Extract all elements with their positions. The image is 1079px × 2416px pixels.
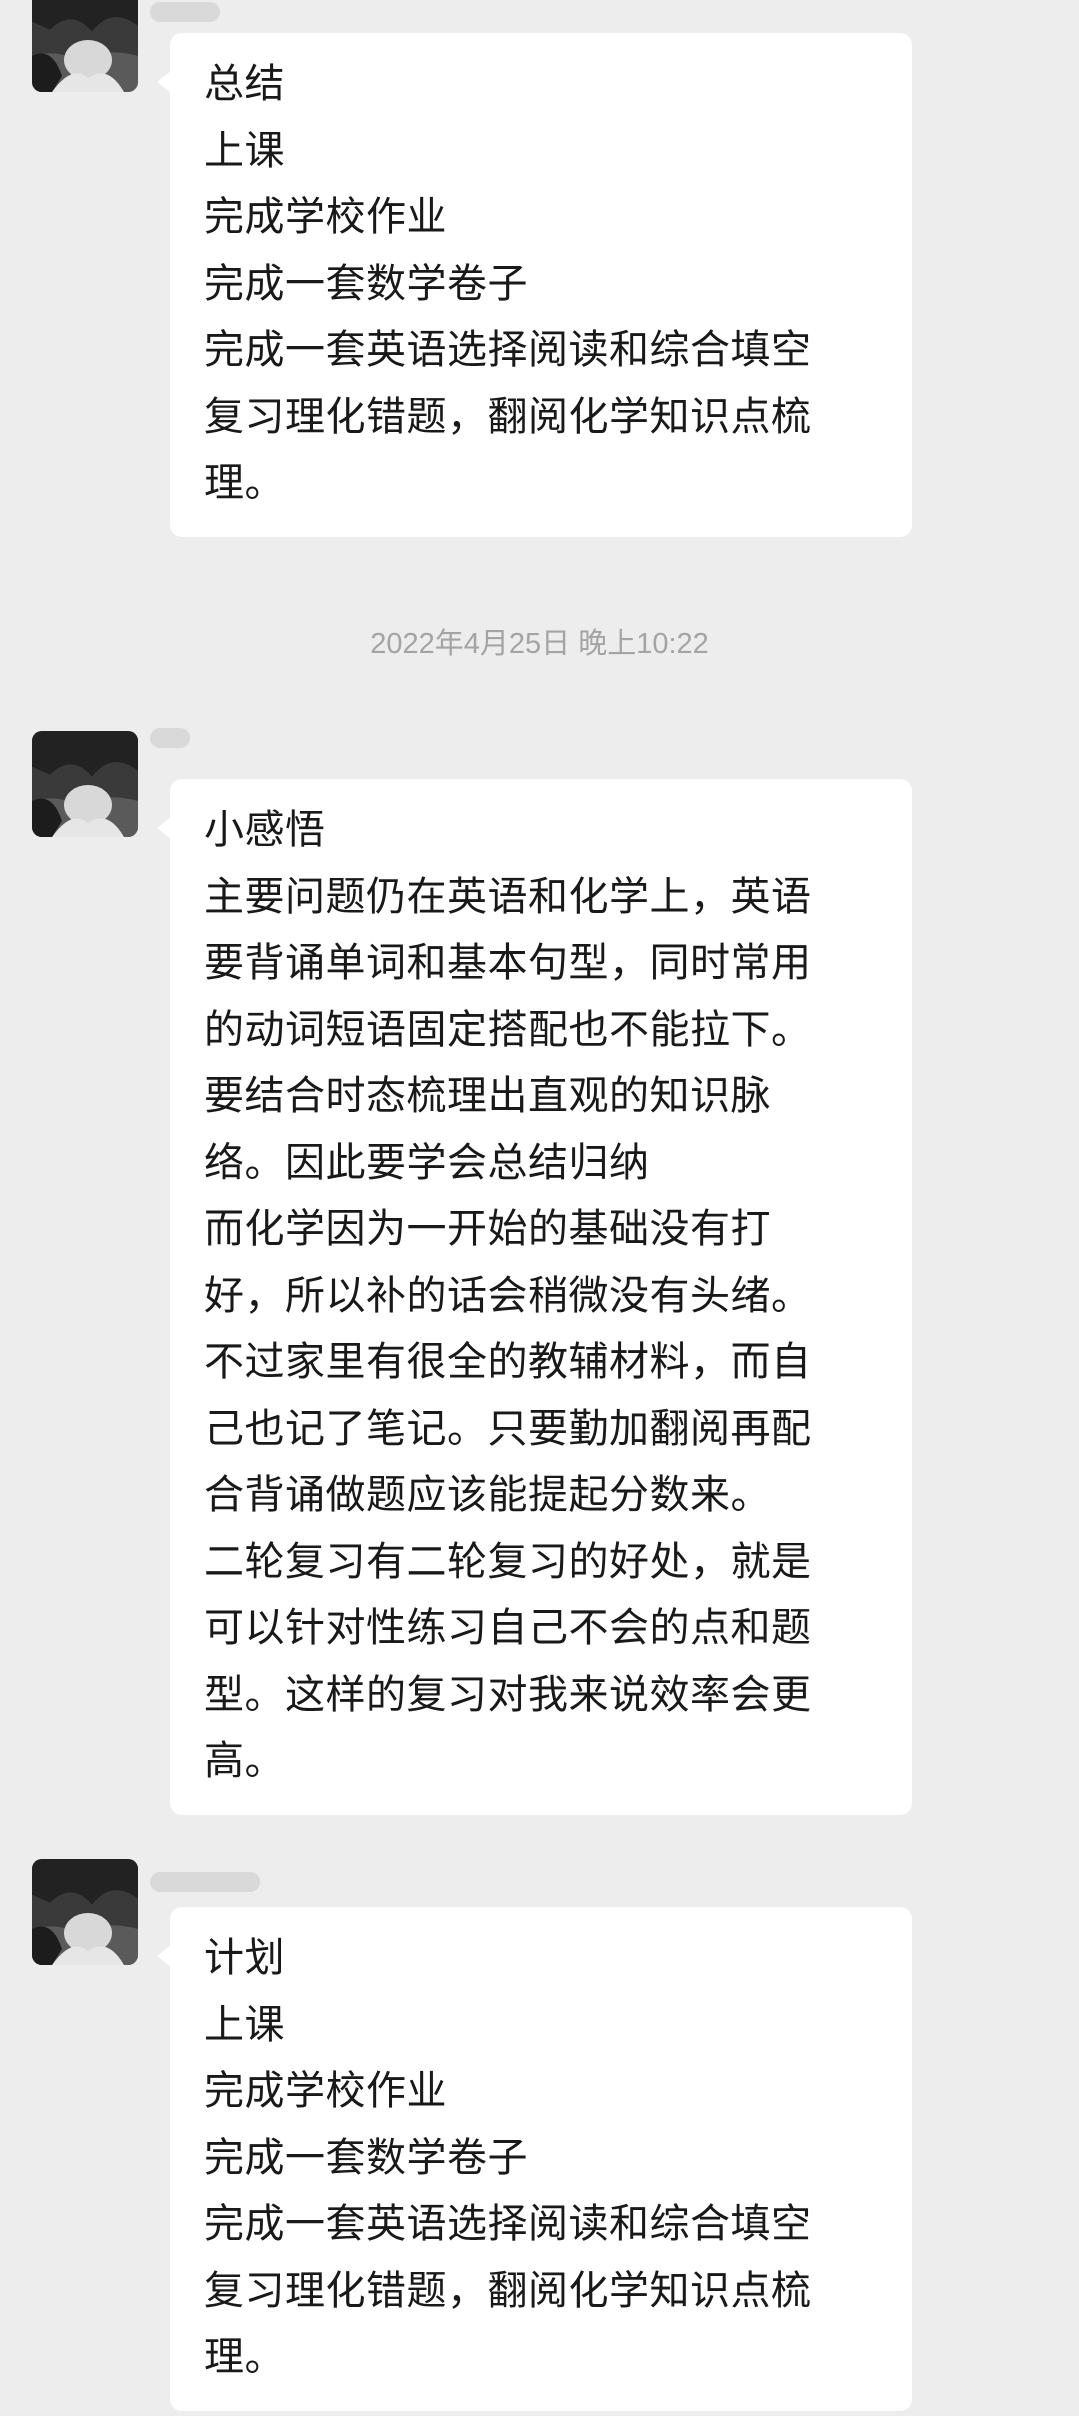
message-text-line: 不过家里有很全的教辅材料，而自 [204,1339,812,1385]
message-text-line: 完成学校作业 [204,194,447,240]
sender-name-obscured [150,1872,260,1892]
message-text-line: 络。因此要学会总结归纳 [204,1139,650,1186]
message-text-line: 完成一套数学卷子 [204,2134,528,2181]
message-text-line: 型。这样的复习对我来说效率会更 [204,1671,812,1718]
message-text-line: 完成学校作业 [204,2068,447,2114]
message-text-line: 二轮复习有二轮复习的好处，就是 [204,1538,812,1585]
message-text-line: 可以针对性练习自己不会的点和题 [204,1605,812,1651]
sender-avatar[interactable] [32,1859,138,1965]
message-text-line: 的动词短语固定搭配也不能拉下。 [204,1006,812,1053]
message-text-line: 己也记了笔记。只要勤加翻阅再配 [204,1405,812,1452]
chat-timestamp: 2022年4月25日 晚上10:22 [370,628,709,660]
message-text-line: 复习理化错题，翻阅化学知识点梳 [204,393,812,440]
message-text-line: 完成一套英语选择阅读和综合填空 [204,2201,812,2247]
message-text-line: 总结 [204,61,285,107]
message-text-line: 主要问题仍在英语和化学上，英语 [204,873,812,920]
sender-avatar[interactable] [32,731,138,837]
sender-avatar[interactable] [32,0,138,92]
sender-name-obscured [150,2,220,22]
message-text-line: 要结合时态梳理出直观的知识脉 [204,1073,771,1119]
message-text-line: 理。 [204,460,285,506]
message-text-line: 小感悟 [204,807,326,853]
message-bubble[interactable]: 计划 上课 完成学校作业 完成一套数学卷子 完成一套英语选择阅读和综合填空 复习… [157,1907,912,2411]
message-text-line: 而化学因为一开始的基础没有打 [204,1206,771,1252]
message-text-line: 合背诵做题应该能提起分数来。 [204,1472,771,1518]
message-text-line: 计划 [204,1935,285,1981]
message-bubble[interactable]: 总结 上课 完成学校作业 完成一套数学卷子 完成一套英语选择阅读和综合填空 复习… [157,33,912,537]
message-text-line: 完成一套数学卷子 [204,260,528,307]
message-text-line: 复习理化错题，翻阅化学知识点梳 [204,2267,812,2314]
sender-name-obscured [150,728,190,748]
message-bubble[interactable]: 小感悟 主要问题仍在英语和化学上，英语 要背诵单词和基本句型，同时常用 的动词短… [157,779,912,1815]
message-text-line: 上课 [204,2001,285,2048]
message-text-line: 好，所以补的话会稍微没有头绪。 [204,1272,812,1319]
message-text-line: 上课 [204,127,285,174]
message-text-line: 高。 [204,1738,285,1784]
message-text-line: 要背诵单词和基本句型，同时常用 [204,940,812,986]
message-text-line: 理。 [204,2334,285,2380]
message-text-line: 完成一套英语选择阅读和综合填空 [204,327,812,373]
